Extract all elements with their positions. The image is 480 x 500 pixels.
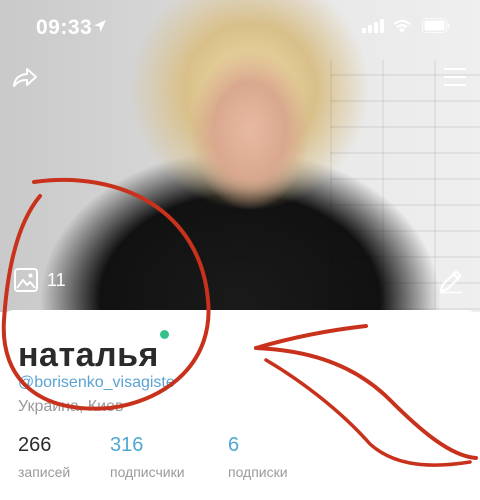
followers-count: 316 [110,434,144,456]
online-status-dot [160,330,169,339]
share-icon[interactable] [12,66,38,88]
gallery-icon [14,268,38,292]
location-arrow-icon [94,20,106,32]
following-count: 6 [228,434,240,456]
wifi-icon [393,19,411,33]
photo-count: 11 [47,269,66,290]
profile-handle-link[interactable]: @borisenko_visagiste [18,374,175,392]
stat-following[interactable]: 6 подписки [228,434,288,480]
menu-icon[interactable] [444,68,466,86]
battery-icon [422,18,450,33]
stat-followers[interactable]: 316 подписчики [110,434,185,480]
profile-location: Украина, Киев [18,398,124,415]
posts-label: записей [18,464,71,480]
followers-label: подписчики [110,464,185,480]
profile-card: наталья @borisenko_visagiste Украина, Ки… [0,310,480,500]
signal-icon [362,19,384,33]
profile-name: наталья [18,336,159,374]
stat-posts[interactable]: 266 записей [18,434,70,480]
status-time: 09:33 [36,16,93,39]
photo-gallery-button[interactable]: 11 [14,268,66,292]
status-bar: 09:33 [0,0,480,54]
posts-count: 266 [18,434,52,456]
following-label: подписки [228,464,288,480]
edit-icon[interactable] [438,268,464,294]
